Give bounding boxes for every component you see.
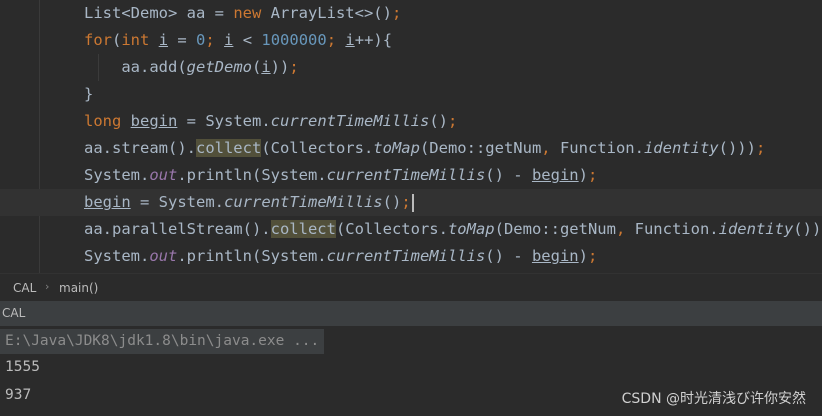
code-token: begin: [531, 166, 579, 184]
code-token: out: [149, 247, 178, 265]
code-token: 0: [196, 31, 206, 49]
code-token: (: [112, 31, 122, 49]
code-token: new: [233, 4, 262, 22]
code-token: toMap: [447, 220, 495, 238]
code-token: currentTimeMillis: [270, 112, 430, 130]
run-tool-window-header: CAL: [0, 301, 822, 326]
code-token: ;: [755, 139, 766, 157]
code-token: ArrayList<>(): [261, 4, 392, 22]
code-token: begin: [130, 112, 178, 130]
code-line[interactable]: List<Demo> aa = new ArrayList<>();: [84, 0, 401, 27]
code-line[interactable]: System.out.println(System.currentTimeMil…: [84, 162, 597, 189]
code-token: i: [345, 31, 355, 49]
code-token: ): [578, 247, 588, 265]
code-token: i: [158, 31, 169, 49]
code-token: = System.: [177, 112, 271, 130]
code-token: .println(System.: [177, 166, 327, 184]
code-token: System.: [84, 247, 150, 265]
code-token: ())): [718, 139, 756, 157]
code-token: begin: [531, 247, 579, 265]
code-token: i: [261, 58, 271, 76]
watermark: CSDN @时光清浅び许你安然: [621, 391, 806, 407]
code-token: =: [168, 31, 197, 49]
code-token: for: [84, 31, 112, 49]
code-line[interactable]: aa.add(getDemo(i));: [84, 54, 299, 81]
code-line[interactable]: aa.parallelStream().collect(Collectors.t…: [84, 216, 822, 243]
code-token: identity: [643, 139, 719, 157]
code-token: Function.: [634, 220, 719, 238]
code-token: () -: [485, 166, 532, 184]
code-token: ;: [587, 247, 598, 265]
code-token: collect: [270, 220, 336, 238]
code-token: ;: [205, 31, 225, 49]
code-token: )): [270, 58, 290, 76]
code-token: currentTimeMillis: [224, 193, 383, 211]
code-token: out: [149, 166, 178, 184]
gutter-divider: [39, 0, 40, 273]
code-token: = System.: [130, 193, 224, 211]
code-token: () -: [485, 247, 532, 265]
code-token: aa.add(: [84, 58, 187, 76]
code-token: <: [233, 31, 262, 49]
code-line[interactable]: aa.stream().collect(Collectors.toMap(Dem…: [84, 135, 765, 162]
code-line[interactable]: }: [84, 81, 93, 108]
breadcrumb-class[interactable]: CAL: [13, 281, 36, 295]
code-token: (Demo::getNum: [419, 139, 542, 157]
tab-run-cal[interactable]: CAL: [2, 306, 25, 320]
code-token: (): [429, 112, 448, 130]
code-token: ): [578, 166, 588, 184]
code-token: collect: [195, 139, 262, 157]
code-token: currentTimeMillis: [326, 166, 486, 184]
code-token: currentTimeMillis: [326, 247, 486, 265]
code-token: long: [84, 112, 122, 130]
code-token: ,: [541, 139, 560, 157]
code-line[interactable]: for(int i = 0; i < 1000000; i++){: [84, 27, 392, 54]
code-token: ++){: [354, 31, 393, 49]
code-token: i: [224, 31, 234, 49]
code-token: ;: [587, 166, 598, 184]
code-token: begin: [84, 193, 131, 211]
code-token: (): [382, 193, 402, 211]
code-token: ;: [326, 31, 346, 49]
code-token: ;: [289, 58, 299, 76]
code-line[interactable]: begin = System.currentTimeMillis();: [84, 189, 414, 216]
code-token: toMap: [373, 139, 420, 157]
code-token: ())): [793, 220, 822, 238]
code-token: ,: [615, 220, 635, 238]
code-token: ;: [391, 4, 402, 22]
console-output-line: 1555: [5, 359, 40, 375]
breadcrumb-method[interactable]: main(): [59, 281, 98, 295]
code-token: (Demo::getNum: [494, 220, 616, 238]
breadcrumb: CAL › main(): [0, 273, 822, 302]
console-command-line[interactable]: E:\Java\JDK8\jdk1.8\bin\java.exe ...: [0, 329, 325, 354]
text-caret: [411, 193, 414, 212]
code-token: ;: [447, 112, 458, 130]
code-token: .println(System.: [177, 247, 327, 265]
code-token: }: [84, 85, 94, 103]
code-token: System.: [84, 166, 150, 184]
code-token: 1000000: [261, 31, 327, 49]
code-token: (: [251, 58, 262, 76]
code-token: aa.parallelStream().: [84, 220, 271, 238]
code-token: int: [121, 31, 150, 49]
code-token: getDemo: [186, 58, 252, 76]
code-token: ;: [401, 193, 411, 211]
code-token: identity: [718, 220, 794, 238]
code-token: (Collectors.: [261, 139, 374, 157]
code-token: aa.stream().: [84, 139, 196, 157]
code-token: (Collectors.: [335, 220, 448, 238]
console-output-line: 937: [5, 387, 32, 403]
code-token: List<Demo> aa =: [84, 4, 234, 22]
code-editor[interactable]: List<Demo> aa = new ArrayList<>(); for(in…: [0, 0, 822, 273]
chevron-right-icon: ›: [45, 280, 50, 293]
code-token: Function.: [559, 139, 644, 157]
code-line[interactable]: System.out.println(System.currentTimeMil…: [84, 243, 597, 270]
code-line[interactable]: long begin = System.currentTimeMillis();: [84, 108, 457, 135]
